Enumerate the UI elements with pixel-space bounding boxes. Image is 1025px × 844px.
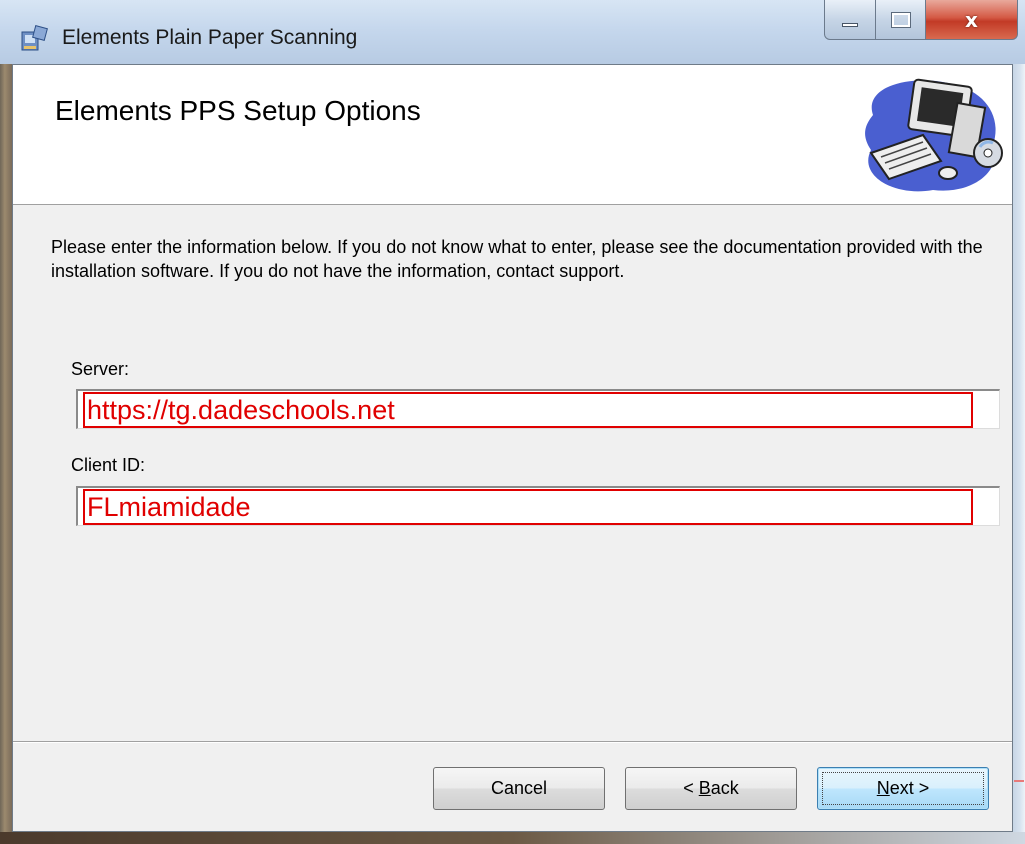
server-input[interactable]: https://tg.dadeschools.net	[83, 392, 973, 428]
window-frame-bottom	[0, 832, 1025, 844]
server-label: Server:	[71, 359, 130, 379]
cancel-button[interactable]: Cancel	[433, 767, 605, 810]
close-icon: x	[965, 7, 978, 32]
next-accelerator: N	[876, 778, 890, 798]
maximize-icon	[890, 11, 911, 28]
caption-buttons: x	[824, 0, 1020, 40]
client-id-input[interactable]: FLmiamidade	[83, 489, 973, 525]
next-rest: ext >	[889, 778, 930, 798]
back-button-label: < Back	[683, 778, 739, 799]
client-id-label: Client ID:	[71, 455, 146, 475]
minimize-button[interactable]	[824, 0, 876, 40]
back-prefix: <	[683, 778, 699, 798]
next-button[interactable]: Next >	[817, 767, 989, 810]
window-title: Elements Plain Paper Scanning	[62, 26, 358, 49]
back-button[interactable]: < Back	[625, 767, 797, 810]
dialog-client-area: Elements PPS Setup Options Please enter …	[12, 64, 1013, 832]
edge-mark	[1014, 780, 1024, 782]
header-banner: Elements PPS Setup Options	[13, 65, 1012, 205]
installer-icon	[21, 25, 48, 51]
footer-divider	[13, 741, 1012, 743]
maximize-button[interactable]	[876, 0, 926, 40]
client-id-field[interactable]: FLmiamidade	[76, 486, 1000, 526]
minimize-icon	[842, 22, 858, 27]
page-title: Elements PPS Setup Options	[55, 95, 421, 126]
instructions-text: Please enter the information below. If y…	[51, 237, 983, 281]
cancel-button-label: Cancel	[490, 778, 548, 798]
title-bar[interactable]: Elements Plain Paper Scanning x	[0, 0, 1025, 64]
back-rest: ack	[710, 778, 739, 798]
close-button[interactable]: x	[926, 0, 1018, 40]
installer-window: Elements Plain Paper Scanning x Elements…	[0, 0, 1025, 844]
next-button-label: Next >	[877, 778, 930, 799]
window-frame-left	[0, 64, 12, 844]
server-field[interactable]: https://tg.dadeschools.net	[76, 389, 1000, 429]
computer-cd-icon	[865, 78, 1003, 192]
back-accelerator: B	[698, 778, 711, 798]
window-frame-right	[1013, 64, 1025, 844]
